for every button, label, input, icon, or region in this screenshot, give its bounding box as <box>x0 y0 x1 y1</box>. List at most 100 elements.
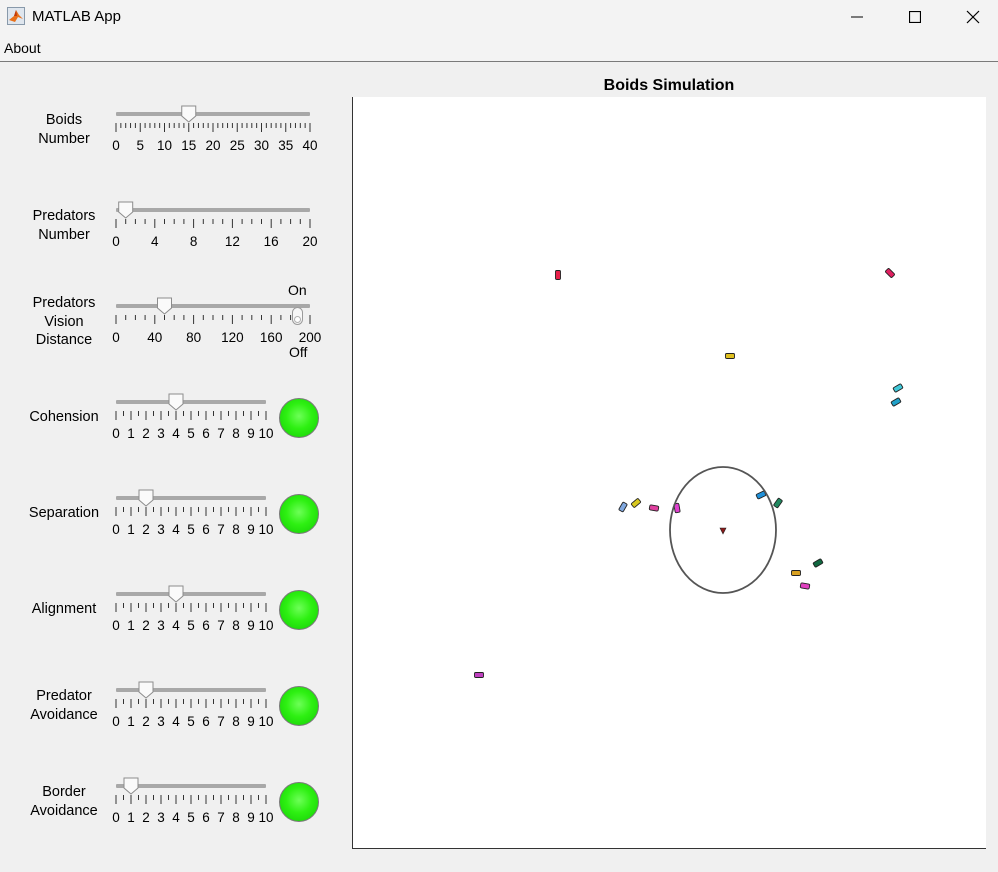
matlab-logo-icon <box>7 7 25 25</box>
boid <box>630 498 642 508</box>
tick-label: 8 <box>232 426 240 441</box>
control-border-avoidance: Border Avoidance 0 1 2 3 4 5 6 7 8 9 10 <box>0 776 345 872</box>
slider-track[interactable] <box>116 208 310 212</box>
slider-track[interactable] <box>116 112 310 116</box>
tick-label: 2 <box>142 618 150 633</box>
tick-label: 1 <box>127 714 135 729</box>
tick-label: 30 <box>254 138 269 153</box>
predators-vision-distance-slider[interactable]: 0 40 80 120 160 200 <box>108 296 323 351</box>
slider-track[interactable] <box>116 400 266 404</box>
control-predator-avoidance: Predator Avoidance 0 1 2 3 4 5 6 7 8 9 10 <box>0 680 345 776</box>
border-avoidance-lamp <box>279 782 319 822</box>
boids-number-slider[interactable]: 0 5 10 15 20 25 30 35 40 <box>108 104 323 159</box>
tick-label: 3 <box>157 522 165 537</box>
tick-label: 1 <box>127 618 135 633</box>
tick-label: 6 <box>202 618 210 633</box>
border-avoidance-label: Border Avoidance <box>14 783 114 820</box>
slider-thumb[interactable] <box>123 777 139 795</box>
slider-thumb[interactable] <box>138 489 154 507</box>
cohension-label: Cohension <box>14 408 114 427</box>
label-line: Number <box>38 130 90 147</box>
tick-label: 200 <box>299 330 322 345</box>
tick-label: 8 <box>232 714 240 729</box>
boid <box>885 268 895 278</box>
tick-label: 3 <box>157 426 165 441</box>
separation-label: Separation <box>14 504 114 523</box>
tick-label: 5 <box>187 522 195 537</box>
close-button[interactable] <box>944 0 998 34</box>
boid <box>474 672 484 678</box>
simulation-canvas <box>474 268 904 678</box>
tick-label: 9 <box>247 618 255 633</box>
tick-label: 9 <box>247 714 255 729</box>
menu-bar: About <box>0 34 998 62</box>
tick-label: 10 <box>258 810 273 825</box>
slider-thumb[interactable] <box>168 585 184 603</box>
tick-label: 0 <box>112 714 120 729</box>
boid <box>892 383 904 393</box>
close-icon <box>966 10 980 24</box>
label-line: Predators <box>32 208 96 224</box>
tick-label: 9 <box>247 522 255 537</box>
simulation-axes[interactable] <box>352 97 986 849</box>
slider-track[interactable] <box>116 304 310 308</box>
tick-label: 6 <box>202 810 210 825</box>
slider-thumb[interactable] <box>168 393 184 411</box>
boid <box>773 497 783 509</box>
tick-label: 4 <box>172 810 180 825</box>
switch-off-label: Off <box>289 344 308 360</box>
tick-label: 16 <box>264 234 279 249</box>
tick-label: 2 <box>142 522 150 537</box>
control-cohension: Cohension 0 1 2 3 4 5 6 7 8 9 10 <box>0 392 345 488</box>
predator <box>719 527 727 535</box>
predators-number-label: Predators Number <box>14 207 114 244</box>
label-line: Avoidance <box>30 802 98 819</box>
tick-label: 10 <box>258 522 273 537</box>
label-line: Distance <box>35 332 93 348</box>
tick-label: 3 <box>157 618 165 633</box>
tick-label: 1 <box>127 810 135 825</box>
vision-toggle-switch[interactable] <box>292 307 303 325</box>
tick-label: 10 <box>258 618 273 633</box>
menu-about[interactable]: About <box>4 40 41 56</box>
tick-label: 2 <box>142 714 150 729</box>
maximize-button[interactable] <box>886 0 944 34</box>
tick-label: 20 <box>205 138 220 153</box>
tick-label: 0 <box>112 138 120 153</box>
predators-number-slider[interactable]: 0 4 8 12 16 20 <box>108 200 323 255</box>
slider-thumb[interactable] <box>181 105 197 123</box>
tick-label: 7 <box>217 714 225 729</box>
switch-knob[interactable] <box>294 316 301 323</box>
slider-thumb[interactable] <box>118 201 134 219</box>
tick-label: 4 <box>172 522 180 537</box>
label-line: Vision <box>44 313 84 330</box>
tick-label: 3 <box>157 810 165 825</box>
plot-title: Boids Simulation <box>603 77 735 94</box>
slider-track[interactable] <box>116 592 266 596</box>
tick-label: 80 <box>186 330 201 345</box>
tick-label: 7 <box>217 426 225 441</box>
control-alignment: Alignment 0 1 2 3 4 5 6 7 8 9 10 <box>0 584 345 680</box>
cohension-lamp <box>279 398 319 438</box>
tick-label: 160 <box>260 330 283 345</box>
alignment-label: Alignment <box>14 600 114 619</box>
label-line: Predators <box>32 295 96 311</box>
slider-thumb[interactable] <box>157 297 172 315</box>
tick-label: 8 <box>232 522 240 537</box>
tick-label: 5 <box>187 618 195 633</box>
tick-label: 7 <box>217 522 225 537</box>
predators-vision-distance-label: Predators Vision Distance <box>14 294 114 350</box>
tick-label: 120 <box>221 330 244 345</box>
boid <box>648 504 660 512</box>
label-line: Border <box>42 784 86 800</box>
slider-thumb[interactable] <box>138 681 154 699</box>
boid <box>725 353 735 359</box>
boid <box>618 501 628 513</box>
window-title: MATLAB App <box>32 8 121 25</box>
tick-label: 5 <box>187 426 195 441</box>
maximize-icon <box>909 11 921 23</box>
predator-avoidance-lamp <box>279 686 319 726</box>
separation-lamp <box>279 494 319 534</box>
tick-label: 6 <box>202 426 210 441</box>
minimize-button[interactable] <box>828 0 886 34</box>
